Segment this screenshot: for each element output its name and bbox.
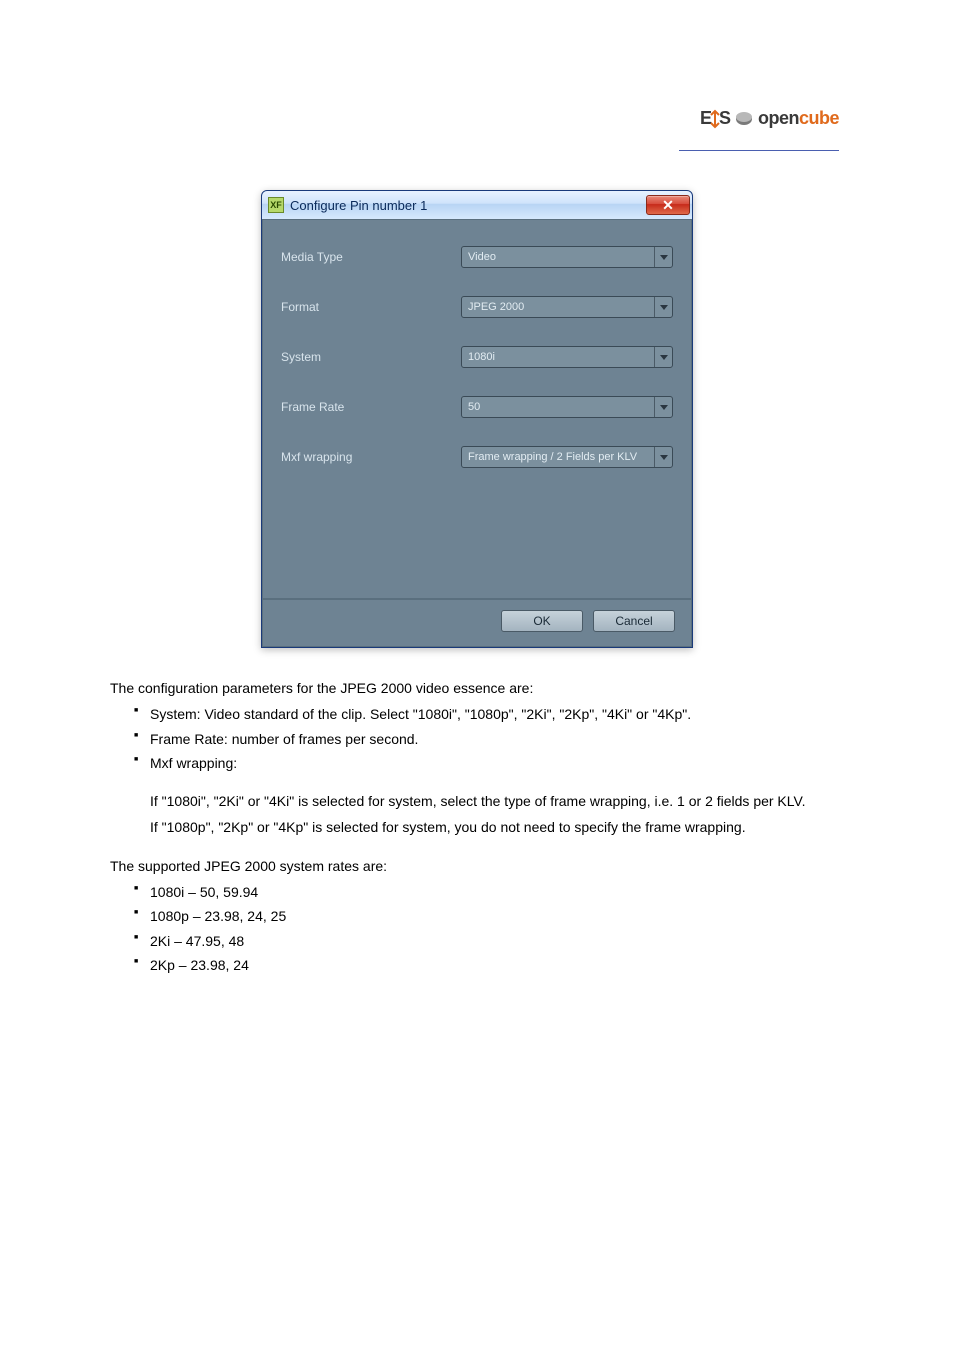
list-item: 1080i – 50, 59.94	[134, 882, 844, 902]
chevron-down-icon	[654, 447, 672, 467]
list-item: 1080p – 23.98, 24, 25	[134, 906, 844, 926]
mxf-sub-1: If "1080i", "2Ki" or "4Ki" is selected f…	[110, 791, 844, 811]
select-value: 50	[462, 401, 654, 413]
chevron-down-icon	[654, 347, 672, 367]
select-value: Video	[462, 251, 654, 263]
dialog-title: Configure Pin number 1	[290, 198, 427, 213]
row-media-type: Media Type Video	[281, 246, 673, 268]
chevron-down-icon	[654, 397, 672, 417]
brand-logo: ES opencube	[700, 108, 839, 129]
list-item: Frame Rate: number of frames per second.	[134, 729, 844, 749]
select-media-type[interactable]: Video	[461, 246, 673, 268]
dialog-footer: OK Cancel	[262, 599, 692, 647]
row-mxf-wrapping: Mxf wrapping Frame wrapping / 2 Fields p…	[281, 446, 673, 468]
label-mxf-wrapping: Mxf wrapping	[281, 450, 461, 464]
system-rates-list: 1080i – 50, 59.94 1080p – 23.98, 24, 25 …	[110, 882, 844, 975]
intro-text: The configuration parameters for the JPE…	[110, 678, 844, 698]
chevron-down-icon	[654, 297, 672, 317]
list-item: System: Video standard of the clip. Sele…	[134, 704, 844, 724]
dialog-body: Media Type Video Format JPEG 2000 System…	[262, 219, 692, 599]
row-frame-rate: Frame Rate 50	[281, 396, 673, 418]
dialog-app-icon: XF	[268, 197, 284, 213]
label-format: Format	[281, 300, 461, 314]
label-frame-rate: Frame Rate	[281, 400, 461, 414]
select-value: JPEG 2000	[462, 301, 654, 313]
label-system: System	[281, 350, 461, 364]
cancel-button[interactable]: Cancel	[593, 610, 675, 632]
select-value: 1080i	[462, 351, 654, 363]
select-value: Frame wrapping / 2 Fields per KLV	[462, 451, 654, 463]
param-list: System: Video standard of the clip. Sele…	[110, 704, 844, 773]
select-frame-rate[interactable]: 50	[461, 396, 673, 418]
list-item: 2Ki – 47.95, 48	[134, 931, 844, 951]
list-item: Mxf wrapping:	[134, 753, 844, 773]
configure-pin-dialog: XF Configure Pin number 1 ✕ Media Type V…	[261, 190, 693, 648]
document-body: The configuration parameters for the JPE…	[110, 678, 844, 975]
select-system[interactable]: 1080i	[461, 346, 673, 368]
system-rates-intro: The supported JPEG 2000 system rates are…	[110, 856, 844, 876]
row-system: System 1080i	[281, 346, 673, 368]
row-format: Format JPEG 2000	[281, 296, 673, 318]
label-media-type: Media Type	[281, 250, 461, 264]
list-item: 2Kp – 23.98, 24	[134, 955, 844, 975]
ok-button[interactable]: OK	[501, 610, 583, 632]
opencube-logo: opencube	[758, 108, 839, 129]
close-icon[interactable]: ✕	[646, 195, 690, 215]
dialog-titlebar: XF Configure Pin number 1 ✕	[262, 191, 692, 219]
chevron-down-icon	[654, 247, 672, 267]
select-mxf-wrapping[interactable]: Frame wrapping / 2 Fields per KLV	[461, 446, 673, 468]
mxf-sub-2: If "1080p", "2Kp" or "4Kp" is selected f…	[110, 817, 844, 837]
evs-logo: ES	[700, 108, 752, 129]
header-divider	[679, 150, 839, 151]
select-format[interactable]: JPEG 2000	[461, 296, 673, 318]
